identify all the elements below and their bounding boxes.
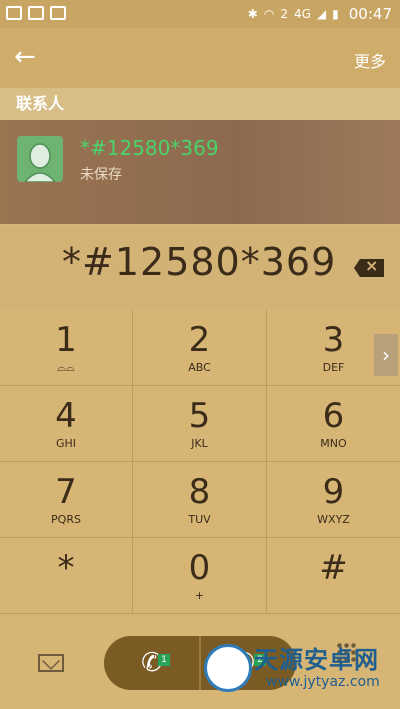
- key-digit: 0: [188, 547, 211, 588]
- key-letters: MNO: [320, 436, 347, 450]
- dialed-number: *#12580*369: [62, 240, 337, 284]
- avatar: [17, 136, 63, 183]
- contact-suggestion[interactable]: *#12580*369 未保存: [0, 120, 400, 224]
- key-digit: 9: [322, 471, 345, 512]
- chevron-right-icon[interactable]: ›: [374, 334, 398, 376]
- key-digit: 1: [55, 319, 77, 360]
- app-bar: ← 更多: [0, 28, 400, 88]
- arrow-left-icon[interactable]: ←: [14, 42, 44, 72]
- key-digit: 7: [55, 471, 77, 512]
- signal-icon: ◢: [316, 7, 327, 21]
- key-star[interactable]: *: [0, 538, 133, 614]
- key-4[interactable]: 4 GHI: [0, 386, 133, 462]
- key-digit: 4: [55, 395, 77, 436]
- status-right: ✱ ◠ 2 4G ◢ ▮ 00:47: [248, 5, 392, 23]
- wifi-icon: ◠: [263, 7, 275, 21]
- key-letters: GHI: [55, 436, 77, 450]
- dialed-number-display: *#12580*369: [0, 226, 400, 308]
- notification-icons: [6, 6, 66, 20]
- bluetooth-icon: ✱: [247, 7, 258, 21]
- voicemail-icon: ⌓⌓: [57, 360, 75, 374]
- key-0[interactable]: 0 +: [133, 538, 267, 614]
- key-1[interactable]: 1 ⌓⌓: [0, 310, 133, 386]
- key-digit: 3: [322, 319, 345, 360]
- key-letters: ABC: [188, 360, 211, 374]
- contact-status: 未保存: [80, 167, 122, 183]
- notification-icon: [50, 6, 66, 20]
- key-letters: +: [194, 588, 205, 602]
- watermark-logo-icon: [204, 644, 252, 692]
- key-letters: JKL: [191, 436, 208, 450]
- message-icon[interactable]: [38, 654, 64, 672]
- key-digit: 8: [188, 471, 211, 512]
- more-button[interactable]: 更多: [354, 48, 386, 72]
- key-digit: 5: [188, 395, 211, 436]
- key-6[interactable]: 6 MNO: [267, 386, 400, 462]
- key-digit: *: [57, 547, 75, 588]
- sim1-badge: 1: [158, 654, 170, 666]
- key-digit: #: [319, 547, 348, 588]
- status-time: 00:47: [348, 5, 392, 23]
- notification-icon: [6, 6, 22, 20]
- battery-icon: ▮: [332, 7, 339, 21]
- network-type: 4G: [293, 7, 311, 21]
- key-letters: WXYZ: [317, 512, 350, 526]
- key-letters: PQRS: [51, 512, 81, 526]
- watermark: 天源安卓网 www.jytyaz.com: [196, 640, 396, 700]
- key-9[interactable]: 9 WXYZ: [267, 462, 400, 538]
- contact-number: *#12580*369: [80, 136, 219, 160]
- person-icon: [23, 143, 57, 183]
- notification-icon: [28, 6, 44, 20]
- backspace-icon[interactable]: [354, 259, 384, 277]
- key-letters: TUV: [188, 512, 211, 526]
- key-5[interactable]: 5 JKL: [133, 386, 267, 462]
- contacts-section-label: 联系人: [0, 88, 400, 120]
- key-digit: 6: [322, 395, 345, 436]
- dial-keypad: 1 ⌓⌓ 2 ABC 3 DEF 4 GHI 5 JKL 6 MNO 7 PQR…: [0, 310, 400, 614]
- watermark-text: 天源安卓网: [254, 646, 379, 674]
- key-letters: DEF: [322, 360, 345, 374]
- key-hash[interactable]: #: [267, 538, 400, 614]
- key-8[interactable]: 8 TUV: [133, 462, 267, 538]
- key-7[interactable]: 7 PQRS: [0, 462, 133, 538]
- sim-indicator: 2: [280, 7, 288, 21]
- watermark-url: www.jytyaz.com: [266, 674, 380, 690]
- key-digit: 2: [188, 319, 211, 360]
- key-2[interactable]: 2 ABC: [133, 310, 267, 386]
- status-bar: ✱ ◠ 2 4G ◢ ▮ 00:47: [0, 0, 400, 28]
